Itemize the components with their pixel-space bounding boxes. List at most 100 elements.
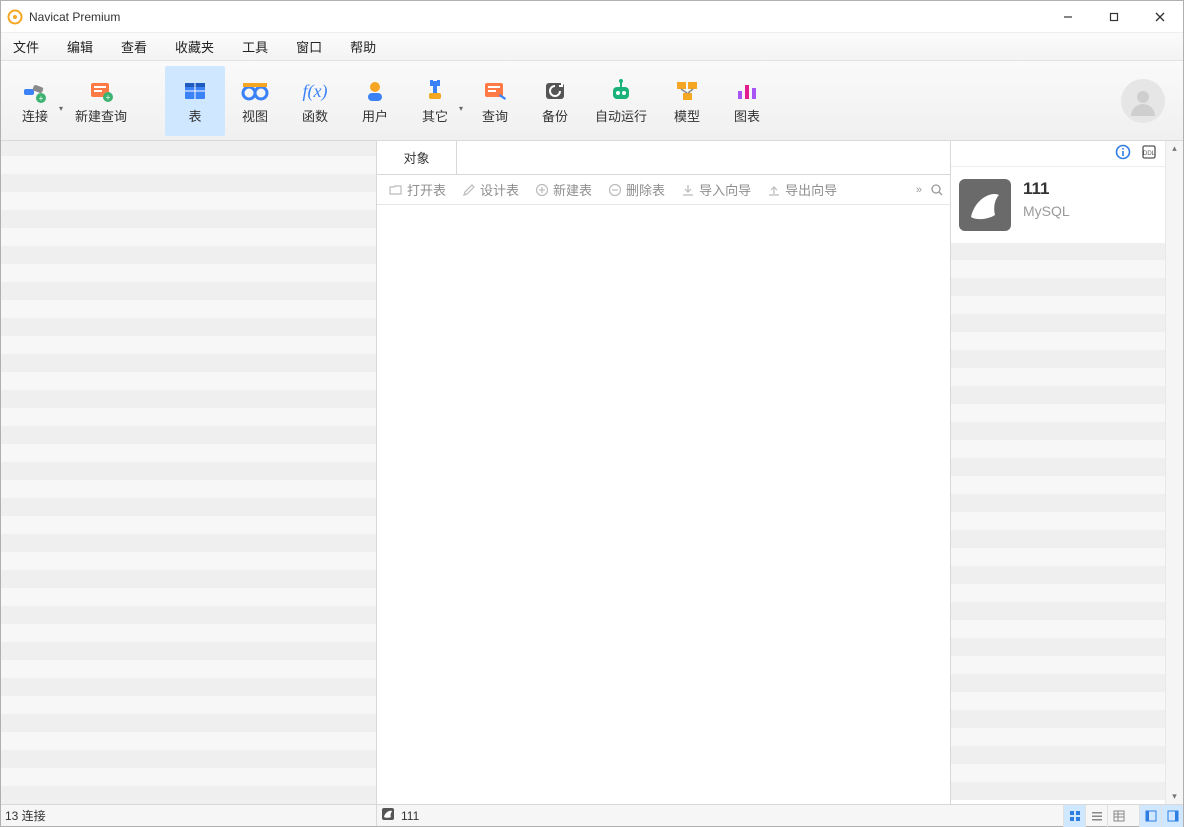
toolbar-users[interactable]: 用户: [345, 66, 405, 136]
right-scrollbar[interactable]: ▴ ▾: [1165, 141, 1183, 804]
menu-file[interactable]: 文件: [13, 37, 39, 56]
menu-tools[interactable]: 工具: [242, 37, 268, 56]
menu-window[interactable]: 窗口: [296, 37, 322, 56]
connection-type: MySQL: [1023, 203, 1070, 219]
new-table-button[interactable]: 新建表: [529, 178, 598, 201]
svg-text:+: +: [39, 94, 44, 103]
tab-objects[interactable]: 对象: [377, 141, 457, 174]
navicat-icon: [7, 9, 23, 25]
object-filter-input[interactable]: [457, 141, 950, 174]
backup-icon: [540, 76, 570, 106]
toolbar-views-label: 视图: [242, 106, 268, 125]
center-panel: 对象 打开表 设计表 新建表 删除表 导入向导: [377, 141, 951, 804]
object-toolbar: 打开表 设计表 新建表 删除表 导入向导 导出向导: [377, 175, 950, 205]
views-icon: [240, 76, 270, 106]
view-mode-buttons: [1063, 805, 1183, 827]
delete-table-label: 删除表: [626, 180, 665, 199]
toolbar-backup[interactable]: 备份: [525, 66, 585, 136]
status-current-connection: 111: [401, 809, 419, 823]
svg-text:f(x): f(x): [303, 81, 328, 102]
status-bar: 13 连接 111: [1, 804, 1183, 826]
model-icon: [672, 76, 702, 106]
toolbar-users-label: 用户: [362, 106, 388, 125]
maximize-button[interactable]: [1091, 1, 1137, 33]
account-area: [1121, 79, 1179, 123]
view-list-button[interactable]: [1085, 805, 1107, 827]
overflow-chevrons-icon[interactable]: »: [916, 184, 926, 196]
close-button[interactable]: [1137, 1, 1183, 33]
toolbar-new-query-label: 新建查询: [75, 106, 127, 125]
status-db-icon: [381, 807, 395, 824]
delete-table-button[interactable]: 删除表: [602, 178, 671, 201]
mysql-dolphin-icon: [959, 179, 1011, 231]
app-title: Navicat Premium: [29, 10, 120, 24]
connection-name: 111: [1023, 179, 1070, 199]
main-toolbar: + 连接 ▾ + 新建查询 表 视图 f(x) 函数 用户 其它 ▾ 查询 备份…: [1, 61, 1183, 141]
minimize-button[interactable]: [1045, 1, 1091, 33]
toolbar-query-label: 查询: [482, 106, 508, 125]
toolbar-connect-label: 连接: [22, 106, 48, 125]
toolbar-table[interactable]: 表: [165, 66, 225, 136]
toolbar-other[interactable]: 其它 ▾: [405, 66, 465, 136]
status-connection-count: 13 连接: [1, 805, 377, 826]
toolbar-new-query[interactable]: + 新建查询: [65, 66, 137, 136]
plug-icon: +: [20, 76, 50, 106]
new-table-label: 新建表: [553, 180, 592, 199]
wrench-icon: [420, 76, 450, 106]
toolbar-chart[interactable]: 图表: [717, 66, 777, 136]
toolbar-connect[interactable]: + 连接 ▾: [5, 66, 65, 136]
menu-edit[interactable]: 编辑: [67, 37, 93, 56]
pencil-icon: [462, 183, 476, 197]
dropdown-icon: ▾: [459, 104, 463, 113]
svg-text:+: +: [106, 93, 111, 102]
window-buttons: [1045, 1, 1183, 33]
ddl-icon[interactable]: DDL: [1141, 144, 1157, 163]
title-bar: Navicat Premium: [1, 1, 1183, 33]
function-icon: f(x): [300, 76, 330, 106]
robot-icon: [606, 76, 636, 106]
connection-tree[interactable]: [1, 141, 377, 804]
toolbar-functions[interactable]: f(x) 函数: [285, 66, 345, 136]
connection-properties: [951, 243, 1165, 800]
menu-help[interactable]: 帮助: [350, 37, 376, 56]
import-wizard-button[interactable]: 导入向导: [675, 178, 757, 201]
object-list[interactable]: [377, 205, 950, 804]
toolbar-other-label: 其它: [422, 106, 448, 125]
user-icon: [360, 76, 390, 106]
panel-toggle-right[interactable]: [1161, 805, 1183, 827]
scroll-down-icon[interactable]: ▾: [1172, 789, 1177, 804]
import-wizard-label: 导入向导: [699, 180, 751, 199]
search-icon[interactable]: [930, 183, 944, 197]
panel-toggle-left[interactable]: [1139, 805, 1161, 827]
import-icon: [681, 183, 695, 197]
table-icon: [180, 76, 210, 106]
export-wizard-button[interactable]: 导出向导: [761, 178, 843, 201]
view-grid-button[interactable]: [1063, 805, 1085, 827]
svg-text:DDL: DDL: [1143, 151, 1156, 157]
toolbar-views[interactable]: 视图: [225, 66, 285, 136]
toolbar-model[interactable]: 模型: [657, 66, 717, 136]
dropdown-icon: ▾: [59, 104, 63, 113]
open-table-button[interactable]: 打开表: [383, 178, 452, 201]
toolbar-backup-label: 备份: [542, 106, 568, 125]
export-icon: [767, 183, 781, 197]
design-table-button[interactable]: 设计表: [456, 178, 525, 201]
avatar-icon[interactable]: [1121, 79, 1165, 123]
toolbar-automation[interactable]: 自动运行: [585, 66, 657, 136]
query-icon: [480, 76, 510, 106]
menu-bar: 文件 编辑 查看 收藏夹 工具 窗口 帮助: [1, 33, 1183, 61]
view-detail-button[interactable]: [1107, 805, 1129, 827]
design-table-label: 设计表: [480, 180, 519, 199]
toolbar-model-label: 模型: [674, 106, 700, 125]
plus-circle-icon: [535, 183, 549, 197]
toolbar-automation-label: 自动运行: [595, 106, 647, 125]
menu-view[interactable]: 查看: [121, 37, 147, 56]
new-query-icon: +: [86, 76, 116, 106]
menu-favorites[interactable]: 收藏夹: [175, 37, 214, 56]
info-icon[interactable]: [1115, 144, 1131, 163]
chart-icon: [732, 76, 762, 106]
toolbar-query[interactable]: 查询: [465, 66, 525, 136]
object-tabstrip: 对象: [377, 141, 950, 175]
open-table-label: 打开表: [407, 180, 446, 199]
scroll-up-icon[interactable]: ▴: [1172, 141, 1177, 156]
